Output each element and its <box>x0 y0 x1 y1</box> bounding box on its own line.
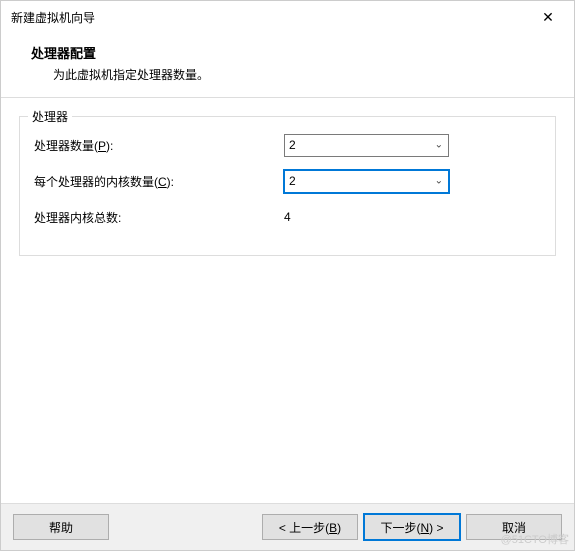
cores-per-processor-select-wrap: 2 ⌄ <box>284 170 449 193</box>
label-processor-count: 处理器数量(P): <box>34 137 284 154</box>
processor-count-select-wrap: 2 ⌄ <box>284 134 449 157</box>
close-icon: ✕ <box>542 9 554 26</box>
processors-group: 处理器 处理器数量(P): 2 ⌄ 每个处理器的内核数量(C): <box>19 116 556 256</box>
close-button[interactable]: ✕ <box>530 3 566 31</box>
row-processor-count: 处理器数量(P): 2 ⌄ <box>34 133 541 157</box>
processor-count-select[interactable]: 2 <box>284 134 449 157</box>
row-total-cores: 处理器内核总数: 4 <box>34 205 541 229</box>
label-total-cores: 处理器内核总数: <box>34 209 284 226</box>
group-legend: 处理器 <box>28 108 72 125</box>
page-title: 处理器配置 <box>31 43 554 62</box>
label-cores-per-processor: 每个处理器的内核数量(C): <box>34 173 284 190</box>
wizard-window: 新建虚拟机向导 ✕ 处理器配置 为此虚拟机指定处理器数量。 处理器 处理器数量(… <box>0 0 575 551</box>
row-cores-per-processor: 每个处理器的内核数量(C): 2 ⌄ <box>34 169 541 193</box>
window-title: 新建虚拟机向导 <box>11 9 95 26</box>
wizard-content: 处理器 处理器数量(P): 2 ⌄ 每个处理器的内核数量(C): <box>1 97 574 503</box>
wizard-header: 处理器配置 为此虚拟机指定处理器数量。 <box>1 33 574 97</box>
help-button[interactable]: 帮助 <box>13 514 109 540</box>
cores-per-processor-select[interactable]: 2 <box>284 170 449 193</box>
titlebar: 新建虚拟机向导 ✕ <box>1 1 574 33</box>
cancel-button[interactable]: 取消 <box>466 514 562 540</box>
wizard-footer: 帮助 < 上一步(B) 下一步(N) > 取消 <box>1 503 574 550</box>
next-button[interactable]: 下一步(N) > <box>364 514 460 540</box>
back-button[interactable]: < 上一步(B) <box>262 514 358 540</box>
value-total-cores: 4 <box>284 210 291 224</box>
page-subtitle: 为此虚拟机指定处理器数量。 <box>31 66 554 83</box>
